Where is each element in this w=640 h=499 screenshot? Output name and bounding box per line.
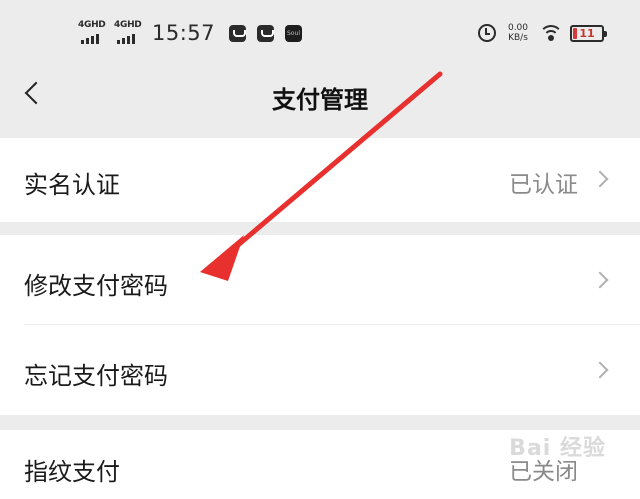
change-payment-password-item[interactable]: 修改支付密码 xyxy=(24,266,168,301)
alarm-icon xyxy=(478,24,496,42)
signal-icon: 4GHD xyxy=(114,20,144,46)
fingerprint-label: 指纹支付 xyxy=(24,458,120,486)
real-name-verification-item[interactable]: 实名认证 已认证 xyxy=(0,138,640,222)
chevron-right-icon xyxy=(591,361,609,379)
divider xyxy=(24,324,640,325)
page-title: 支付管理 xyxy=(272,86,368,114)
watermark: Bai 经验 xyxy=(509,436,606,461)
signal-icon: 4GHD xyxy=(78,20,108,46)
network-speed: 0.00 KB/s xyxy=(507,23,529,43)
real-name-label: 实名认证 xyxy=(24,171,120,199)
soul-app-icon: Soul xyxy=(285,24,303,42)
battery-level: 11 xyxy=(579,26,595,40)
status-left: 4GHD 4GHD 15:57 Soul xyxy=(78,18,307,48)
chevron-right-icon xyxy=(591,271,609,289)
status-bar: 4GHD 4GHD 15:57 Soul 0.00 KB/s 11 xyxy=(0,0,640,66)
forgot-payment-password-item[interactable]: 忘记支付密码 xyxy=(24,356,168,391)
status-time: 15:57 xyxy=(152,21,216,45)
wifi-icon xyxy=(540,24,562,42)
battery-icon: 11 xyxy=(570,24,607,42)
notification-app-icon xyxy=(229,24,247,42)
chevron-right-icon xyxy=(591,170,609,188)
real-name-status: 已认证 xyxy=(509,172,578,198)
nav-bar: 支付管理 xyxy=(0,66,640,130)
notification-app-icon xyxy=(257,24,275,42)
status-right: 0.00 KB/s 11 xyxy=(478,18,607,48)
password-group: 修改支付密码 忘记支付密码 xyxy=(0,235,640,415)
